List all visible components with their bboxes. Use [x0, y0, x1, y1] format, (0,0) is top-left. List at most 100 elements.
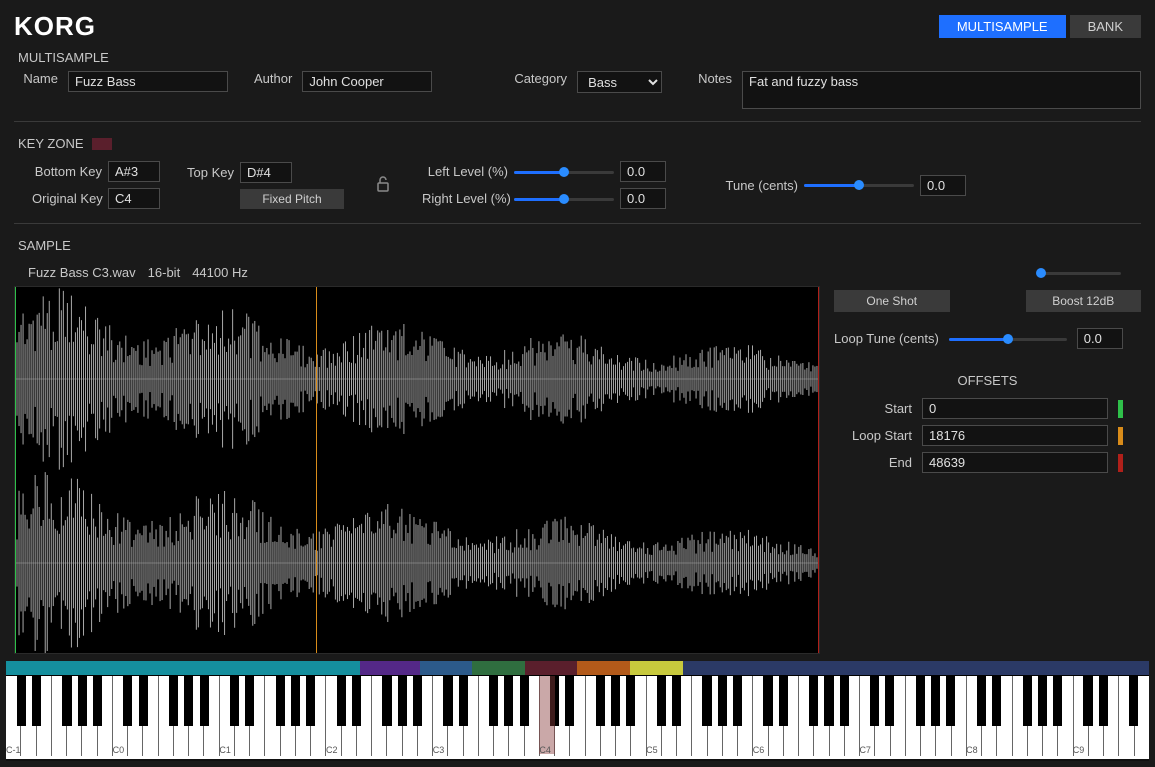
white-key[interactable] — [357, 676, 372, 756]
name-input[interactable] — [68, 71, 228, 92]
white-key[interactable] — [921, 676, 936, 756]
white-key[interactable] — [891, 676, 906, 756]
notes-input[interactable]: Fat and fuzzy bass — [742, 71, 1141, 109]
white-key[interactable] — [387, 676, 402, 756]
bank-tab-button[interactable]: BANK — [1070, 15, 1141, 38]
white-key[interactable] — [525, 676, 540, 756]
loop-tune-input[interactable] — [1077, 328, 1123, 349]
white-key[interactable] — [113, 676, 128, 756]
white-key[interactable] — [448, 676, 463, 756]
bottom-key-input[interactable] — [108, 161, 160, 182]
white-key[interactable] — [494, 676, 509, 756]
fixed-pitch-button[interactable]: Fixed Pitch — [240, 189, 344, 209]
right-level-slider[interactable] — [514, 192, 614, 206]
waveform-display[interactable] — [14, 286, 820, 654]
top-key-input[interactable] — [240, 162, 292, 183]
offset-start-input[interactable] — [922, 398, 1108, 419]
white-key[interactable] — [982, 676, 997, 756]
white-key[interactable] — [21, 676, 36, 756]
white-key[interactable] — [601, 676, 616, 756]
white-key[interactable] — [433, 676, 448, 756]
offset-end-input[interactable] — [922, 452, 1108, 473]
tune-input[interactable] — [920, 175, 966, 196]
white-key[interactable] — [1058, 676, 1073, 756]
white-key[interactable] — [1043, 676, 1058, 756]
keyboard[interactable]: C-1C0C1C2C3C4C5C6C7C8C9 — [6, 675, 1149, 759]
white-key[interactable] — [1013, 676, 1028, 756]
white-key[interactable] — [860, 676, 875, 756]
white-key[interactable] — [418, 676, 433, 756]
lock-icon[interactable] — [376, 175, 390, 196]
white-key[interactable] — [235, 676, 250, 756]
start-marker[interactable] — [15, 287, 16, 653]
white-key[interactable] — [296, 676, 311, 756]
white-key[interactable] — [52, 676, 67, 756]
white-key[interactable] — [82, 676, 97, 756]
white-key[interactable] — [616, 676, 631, 756]
white-key[interactable] — [342, 676, 357, 756]
white-key[interactable] — [845, 676, 860, 756]
white-key[interactable] — [723, 676, 738, 756]
white-key[interactable] — [174, 676, 189, 756]
white-key[interactable] — [814, 676, 829, 756]
category-select[interactable]: Bass — [577, 71, 662, 93]
zone-segment[interactable] — [683, 661, 1149, 675]
white-key[interactable] — [265, 676, 280, 756]
white-key[interactable] — [1135, 676, 1149, 756]
left-level-input[interactable] — [620, 161, 666, 182]
white-key[interactable] — [1028, 676, 1043, 756]
white-key[interactable] — [708, 676, 723, 756]
white-key[interactable] — [509, 676, 524, 756]
white-key[interactable] — [1104, 676, 1119, 756]
white-key[interactable] — [952, 676, 967, 756]
zone-segment[interactable] — [6, 661, 360, 675]
white-key[interactable] — [159, 676, 174, 756]
white-key[interactable] — [98, 676, 113, 756]
zone-segment[interactable] — [360, 661, 419, 675]
keyzone-strip[interactable] — [6, 661, 1149, 675]
white-key[interactable] — [799, 676, 814, 756]
zone-segment[interactable] — [577, 661, 630, 675]
white-key[interactable] — [784, 676, 799, 756]
white-key[interactable] — [326, 676, 341, 756]
right-level-input[interactable] — [620, 188, 666, 209]
original-key-input[interactable] — [108, 188, 160, 209]
white-key[interactable] — [479, 676, 494, 756]
zone-segment[interactable] — [472, 661, 525, 675]
white-key[interactable] — [692, 676, 707, 756]
white-key[interactable] — [128, 676, 143, 756]
loop-start-marker[interactable] — [316, 287, 317, 653]
multisample-tab-button[interactable]: MULTISAMPLE — [939, 15, 1066, 38]
white-key[interactable] — [936, 676, 951, 756]
white-key[interactable] — [555, 676, 570, 756]
white-key[interactable] — [67, 676, 82, 756]
white-key[interactable] — [189, 676, 204, 756]
white-key[interactable] — [738, 676, 753, 756]
end-marker[interactable] — [818, 287, 819, 653]
tune-slider[interactable] — [804, 178, 914, 192]
white-key[interactable] — [906, 676, 921, 756]
white-key[interactable] — [647, 676, 662, 756]
white-key[interactable] — [1119, 676, 1134, 756]
white-key[interactable] — [769, 676, 784, 756]
white-key[interactable] — [403, 676, 418, 756]
zone-segment[interactable] — [420, 661, 473, 675]
white-key[interactable] — [570, 676, 585, 756]
white-key[interactable] — [204, 676, 219, 756]
white-key[interactable] — [830, 676, 845, 756]
white-key[interactable] — [1089, 676, 1104, 756]
white-key[interactable] — [875, 676, 890, 756]
white-key[interactable] — [281, 676, 296, 756]
zoom-slider[interactable] — [1041, 266, 1121, 280]
boost-button[interactable]: Boost 12dB — [1026, 290, 1142, 312]
loop-tune-slider[interactable] — [949, 332, 1067, 346]
white-key[interactable] — [677, 676, 692, 756]
white-key[interactable] — [6, 676, 21, 756]
offset-loopstart-input[interactable] — [922, 425, 1108, 446]
white-key[interactable] — [967, 676, 982, 756]
white-key[interactable] — [250, 676, 265, 756]
white-key[interactable] — [662, 676, 677, 756]
white-key[interactable] — [143, 676, 158, 756]
white-key[interactable] — [37, 676, 52, 756]
zone-segment[interactable] — [525, 661, 578, 675]
